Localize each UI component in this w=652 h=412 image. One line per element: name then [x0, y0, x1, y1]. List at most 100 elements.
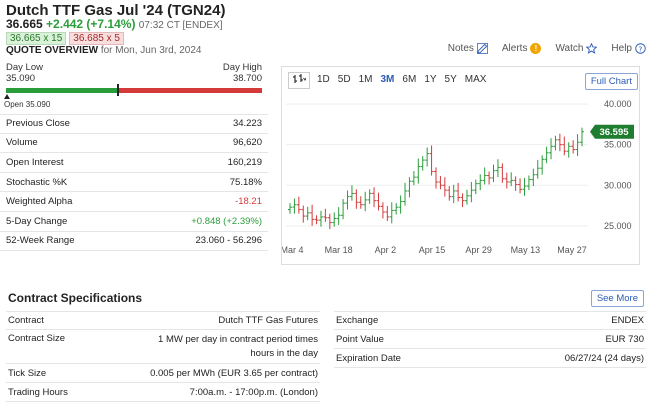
stat-label: 5-Day Change: [6, 215, 68, 227]
x-tick-label: May 13: [511, 245, 541, 255]
spec-value: 7:00a.m. - 17:00p.m. (London): [189, 386, 318, 398]
quote-time: 07:32 CT [ENDEX]: [138, 20, 223, 31]
stat-row: Open Interest 160,219: [0, 153, 268, 173]
spec-value: ENDEX: [611, 315, 644, 326]
top-links: Notes Alerts ! Watch Help ?: [448, 43, 646, 54]
x-tick-label: Mar 18: [325, 245, 353, 255]
spec-label: Contract: [8, 315, 44, 326]
spec-row: Expiration Date 06/27/24 (24 days): [334, 349, 646, 368]
spec-label: Exchange: [336, 315, 379, 326]
stat-value: 96,620: [232, 137, 262, 149]
chart-type-button[interactable]: [288, 72, 310, 89]
stat-value: -18.21: [235, 196, 262, 208]
specs-left-table: Contract Dutch TTF Gas Futures Contract S…: [6, 311, 320, 402]
svg-text:?: ?: [639, 44, 643, 53]
last-price-label: 36.595: [599, 127, 629, 138]
period-1m[interactable]: 1M: [356, 72, 376, 89]
stat-row: Previous Close 34.223: [0, 114, 268, 134]
period-5d[interactable]: 5D: [335, 72, 354, 89]
see-more-button[interactable]: See More: [590, 290, 644, 307]
period-6m[interactable]: 6M: [399, 72, 419, 89]
x-tick-label: Apr 29: [465, 245, 492, 255]
stat-label: Stochastic %K: [6, 176, 68, 188]
x-tick-label: Apr 15: [419, 245, 446, 255]
quote-overview-label: QUOTE OVERVIEW: [6, 45, 99, 56]
spec-label: Trading Hours: [8, 386, 68, 398]
period-3m[interactable]: 3M: [378, 72, 398, 89]
x-tick-label: May 27: [557, 245, 587, 255]
notes-label: Notes: [447, 43, 474, 54]
stats-table: Previous Close 34.223 Volume 96,620 Open I…: [0, 114, 268, 252]
help-label: Help: [611, 43, 632, 54]
stat-row: Stochastic %K 75.18%: [0, 173, 268, 193]
last-price: 36.665: [6, 17, 43, 31]
spec-row: Contract Size 1 MW per day in contract pe…: [6, 330, 320, 364]
ask-badge: 36.685 x 5: [69, 32, 124, 45]
day-high-label: Day High: [222, 62, 262, 73]
spec-label: Contract Size: [8, 333, 66, 344]
spec-row: Trading Hours 7:00a.m. - 17:00p.m. (Londo…: [6, 383, 320, 402]
spec-value: 1 MW per day in contract period times ho…: [158, 333, 318, 359]
star-icon: [586, 43, 598, 54]
x-tick-label: Apr 2: [375, 245, 397, 255]
stat-label: 52-Week Range: [6, 235, 75, 247]
day-high-value: 38.700: [232, 73, 262, 84]
spec-label: Tick Size: [8, 367, 47, 379]
stat-label: Weighted Alpha: [6, 196, 73, 208]
edit-icon: [476, 43, 488, 54]
spec-row: Contract Dutch TTF Gas Futures: [6, 311, 320, 330]
stat-value: 75.18%: [229, 176, 262, 188]
y-tick-label: 30.000: [604, 180, 632, 190]
day-range-labels: Day Low 35.090 Day High 38.700: [6, 62, 262, 84]
stat-label: Volume: [6, 137, 38, 149]
spec-label: Point Value: [336, 333, 384, 345]
spec-row: Point Value EUR 730: [334, 330, 646, 349]
chart-toolbar: 1D 5D 1M 3M 6M 1Y 5Y MAX: [288, 72, 489, 89]
help-icon: ?: [635, 43, 646, 54]
bid-badge: 36.665 x 15: [6, 32, 67, 45]
specs-right-table: Exchange ENDEX Point Value EUR 730 Expirat…: [334, 311, 646, 368]
spec-label: Expiration Date: [336, 352, 401, 364]
stat-value: 34.223: [232, 118, 262, 130]
spec-row: Exchange ENDEX: [334, 311, 646, 330]
y-tick-label: 40.000: [604, 99, 632, 109]
period-1d[interactable]: 1D: [314, 72, 333, 89]
spec-value: 06/27/24 (24 days): [564, 352, 644, 364]
alerts-link[interactable]: Alerts !: [502, 43, 542, 54]
open-marker-icon: [4, 94, 10, 99]
stat-label: Open Interest: [6, 156, 64, 168]
spec-value: EUR 730: [605, 333, 644, 345]
period-5y[interactable]: 5Y: [442, 72, 460, 89]
spec-value: 0.005 per MWh (EUR 3.65 per contract): [150, 367, 318, 379]
stat-label: Previous Close: [6, 118, 70, 130]
stat-row: 52-Week Range 23.060 - 56.296: [0, 232, 268, 252]
alerts-label: Alerts: [501, 43, 528, 54]
alert-icon: !: [530, 43, 542, 54]
day-range-current-marker: [117, 84, 119, 96]
notes-link[interactable]: Notes: [448, 43, 488, 54]
spec-row: Tick Size 0.005 per MWh (EUR 3.65 per con…: [6, 364, 320, 383]
bid-ask: 36.665 x 15 36.685 x 5: [6, 32, 124, 45]
price-chart: 25.000 30.000 35.000 40.000 Mar 4 Mar 18 Apr 2…: [282, 99, 634, 255]
watch-link[interactable]: Watch: [555, 43, 598, 54]
spec-value: Dutch TTF Gas Futures: [218, 315, 318, 326]
stat-row: Weighted Alpha -18.21: [0, 192, 268, 212]
full-chart-button[interactable]: Full Chart: [584, 73, 638, 90]
y-tick-label: 25.000: [604, 221, 632, 231]
price-change: +2.442 (+7.14%): [46, 17, 136, 31]
open-label: Open 35.090: [4, 100, 51, 109]
day-range-bar: [6, 88, 262, 93]
watch-label: Watch: [555, 43, 584, 54]
period-max[interactable]: MAX: [462, 72, 490, 89]
quote-overview-date: for Mon, Jun 3rd, 2024: [100, 45, 202, 56]
period-1y[interactable]: 1Y: [421, 72, 439, 89]
quote-overview-heading: QUOTE OVERVIEW for Mon, Jun 3rd, 2024: [6, 45, 201, 56]
stat-value: 23.060 - 56.296: [195, 235, 262, 247]
y-tick-label: 35.000: [604, 140, 632, 150]
stat-row: 5-Day Change +0.848 (+2.39%): [0, 212, 268, 232]
x-tick-label: Mar 4: [282, 245, 304, 255]
stat-row: Volume 96,620: [0, 134, 268, 154]
stat-value: 160,219: [227, 156, 262, 168]
help-link[interactable]: Help ?: [611, 43, 646, 54]
stat-value: +0.848 (+2.39%): [191, 215, 262, 227]
